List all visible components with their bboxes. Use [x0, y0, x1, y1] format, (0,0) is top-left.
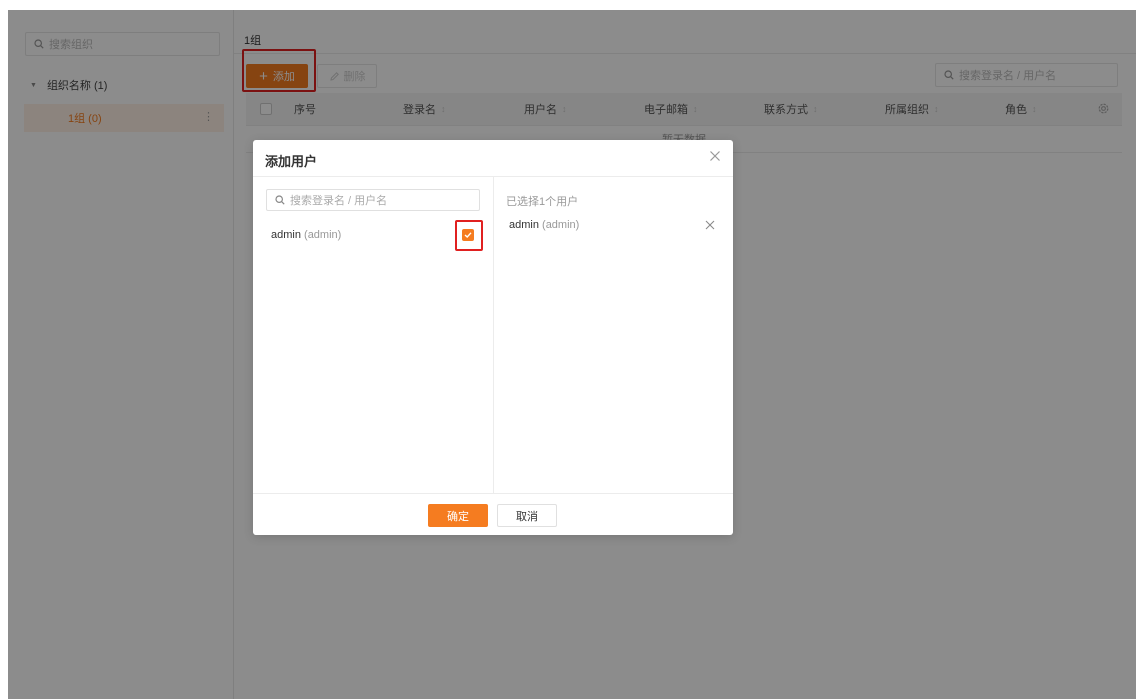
- selected-user-login: (admin): [542, 219, 580, 231]
- selected-user-name: admin: [509, 219, 539, 231]
- highlight-box-checkbox: [455, 220, 483, 251]
- confirm-label: 确定: [447, 510, 469, 523]
- selected-users-pane: 已选择1个用户 admin (admin): [494, 177, 733, 493]
- dialog-search-input[interactable]: 搜索登录名 / 用户名: [266, 189, 480, 211]
- confirm-button[interactable]: 确定: [428, 504, 488, 527]
- user-login: (admin): [304, 229, 342, 241]
- dialog-footer: 确定 取消: [253, 493, 733, 536]
- cancel-label: 取消: [516, 510, 538, 523]
- add-user-dialog: 添加用户 搜索登录名 / 用户名 admin (admin) 已选择1个用户 a…: [253, 140, 733, 535]
- close-icon[interactable]: [709, 150, 721, 162]
- search-icon: [275, 195, 285, 205]
- dialog-search-placeholder: 搜索登录名 / 用户名: [290, 195, 388, 207]
- cancel-button[interactable]: 取消: [497, 504, 557, 527]
- dialog-title: 添加用户: [265, 154, 318, 169]
- user-name: admin: [271, 229, 301, 241]
- close-icon[interactable]: [705, 220, 715, 230]
- selected-user-item: admin (admin): [509, 219, 579, 231]
- user-list-pane: 搜索登录名 / 用户名 admin (admin): [253, 177, 494, 493]
- user-list-item[interactable]: admin (admin): [271, 229, 341, 241]
- selected-count: 已选择1个用户: [506, 196, 579, 208]
